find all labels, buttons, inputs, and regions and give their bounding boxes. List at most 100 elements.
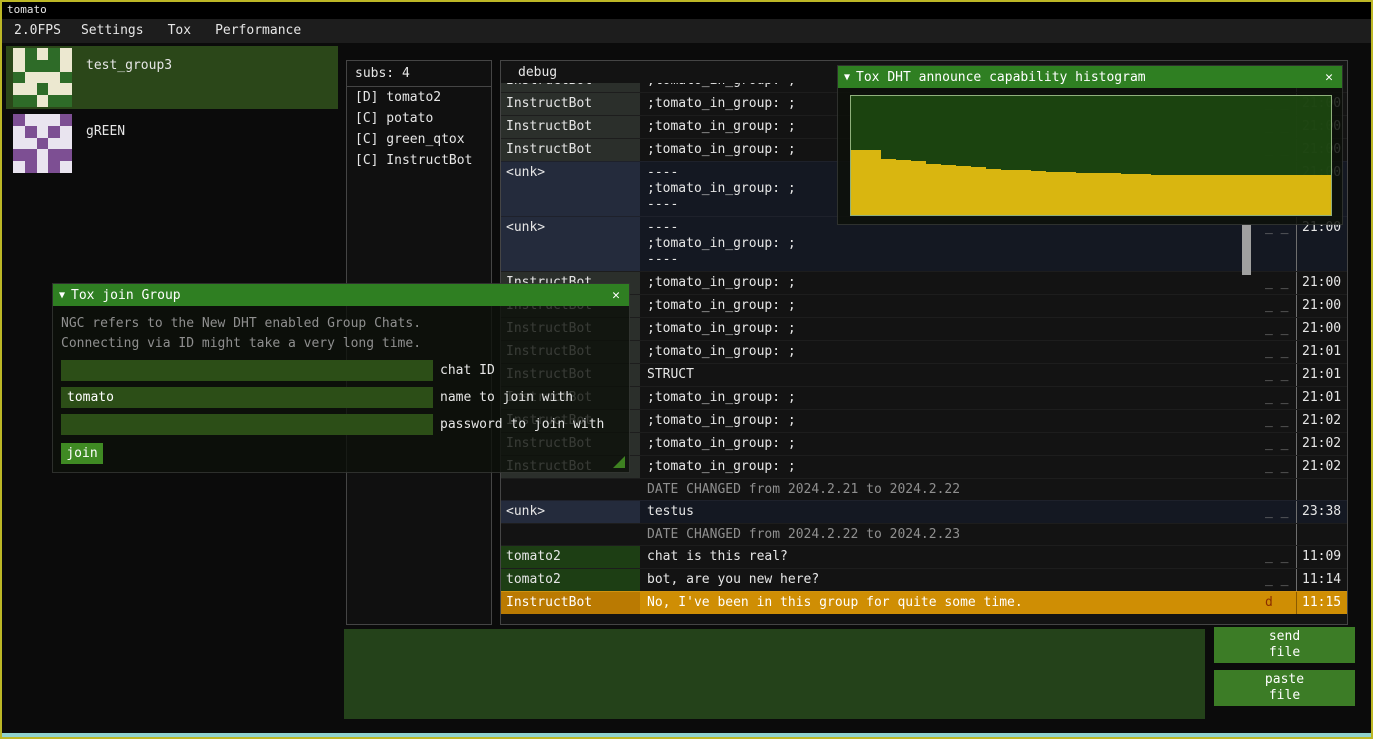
histogram-bar	[911, 161, 926, 215]
join-button[interactable]: join	[61, 443, 103, 464]
date-separator-row: DATE CHANGED from 2024.2.21 to 2024.2.22	[501, 478, 1347, 500]
message-text: ----;tomato_in_group: ;----	[640, 217, 1263, 271]
message-sender: InstructBot	[501, 116, 640, 138]
collapse-arrow-icon[interactable]: ▼	[844, 72, 850, 83]
message-flags: _ _	[1263, 546, 1296, 568]
message-time: 21:00	[1296, 217, 1347, 271]
histogram-bar	[1076, 173, 1091, 215]
subs-item-potato[interactable]: [C] potato	[347, 108, 491, 129]
app-window: tomato 2.0FPS Settings Tox Performance t…	[0, 0, 1373, 739]
histogram-window: ▼ Tox DHT announce capability histogram …	[837, 65, 1343, 225]
chat-id-input[interactable]	[61, 360, 433, 381]
message-sender: InstructBot	[501, 592, 640, 614]
message-flags: _ _	[1263, 364, 1296, 386]
histogram-bar	[1046, 172, 1061, 215]
histogram-bar	[1286, 175, 1301, 215]
message-flags: _ _	[1263, 433, 1296, 455]
message-time: 21:00	[1296, 272, 1347, 294]
histogram-window-title: Tox DHT announce capability histogram	[856, 70, 1322, 85]
message-row[interactable]: tomato2bot, are you new here?_ _11:14	[501, 568, 1347, 591]
message-text: STRUCT	[640, 364, 1263, 386]
message-text: ;tomato_in_group: ;	[640, 318, 1263, 340]
paste-file-label-line2: file	[1269, 688, 1300, 704]
histogram-bar	[1211, 175, 1226, 215]
histogram-bar	[1016, 170, 1031, 215]
histogram-bar	[1136, 174, 1151, 215]
histogram-bar	[956, 166, 971, 215]
message-sender: tomato2	[501, 546, 640, 568]
join-name-label: name to join with	[440, 390, 573, 405]
date-separator-row: DATE CHANGED from 2024.2.22 to 2024.2.23	[501, 523, 1347, 545]
menu-performance[interactable]: Performance	[203, 19, 313, 43]
subs-item-tomato2[interactable]: [D] tomato2	[347, 87, 491, 108]
group-avatar	[13, 114, 72, 173]
menu-tox[interactable]: Tox	[156, 19, 203, 43]
message-sender: <unk>	[501, 162, 640, 216]
message-flags: _ _	[1263, 341, 1296, 363]
histogram-bar	[1061, 172, 1076, 215]
histogram-bar	[1181, 175, 1196, 215]
histogram-bar	[1196, 175, 1211, 215]
message-time: 21:02	[1296, 410, 1347, 432]
message-flags	[1263, 524, 1296, 545]
join-password-input[interactable]	[61, 414, 433, 435]
subs-item-instructbot[interactable]: [C] InstructBot	[347, 150, 491, 171]
histogram-bar	[1226, 175, 1241, 215]
join-window-body: NGC refers to the New DHT enabled Group …	[53, 306, 629, 472]
message-input[interactable]	[344, 629, 1205, 719]
send-file-label-line2: file	[1269, 645, 1300, 661]
histogram-bar	[1316, 175, 1331, 215]
message-flags: _ _	[1263, 501, 1296, 523]
message-row[interactable]: <unk>testus_ _23:38	[501, 500, 1347, 523]
message-text: ;tomato_in_group: ;	[640, 410, 1263, 432]
histogram-window-titlebar[interactable]: ▼ Tox DHT announce capability histogram …	[838, 66, 1342, 88]
group-item-green[interactable]: gREEN	[6, 112, 338, 175]
join-name-input[interactable]	[61, 387, 433, 408]
message-text: testus	[640, 501, 1263, 523]
message-sender	[501, 524, 640, 545]
join-window-titlebar[interactable]: ▼ Tox join Group ✕	[53, 284, 629, 306]
message-text: ;tomato_in_group: ;	[640, 456, 1263, 478]
message-text: DATE CHANGED from 2024.2.22 to 2024.2.23	[640, 524, 1263, 545]
message-sender: <unk>	[501, 217, 640, 271]
close-icon[interactable]: ✕	[609, 288, 623, 303]
message-text: ;tomato_in_group: ;	[640, 387, 1263, 409]
paste-file-button[interactable]: paste file	[1214, 670, 1355, 706]
message-flags: _ _	[1263, 387, 1296, 409]
message-time: 21:01	[1296, 341, 1347, 363]
histogram-bar	[1166, 175, 1181, 215]
close-icon[interactable]: ✕	[1322, 70, 1336, 85]
histogram-bar	[1256, 175, 1271, 215]
message-text: DATE CHANGED from 2024.2.21 to 2024.2.22	[640, 479, 1263, 500]
message-sender: <unk>	[501, 501, 640, 523]
window-titlebar[interactable]: tomato	[2, 2, 1371, 19]
message-text: No, I've been in this group for quite so…	[640, 592, 1263, 614]
chat-scrollbar-thumb[interactable]	[1242, 225, 1251, 275]
histogram-bar	[926, 164, 941, 215]
menu-settings[interactable]: Settings	[69, 19, 156, 43]
message-time: 11:15	[1296, 592, 1347, 614]
message-row[interactable]: tomato2chat is this real?_ _11:09	[501, 545, 1347, 568]
chat-id-label: chat ID	[440, 363, 495, 378]
subs-item-green_qtox[interactable]: [C] green_qtox	[347, 129, 491, 150]
message-text: chat is this real?	[640, 546, 1263, 568]
send-file-button[interactable]: send file	[1214, 627, 1355, 663]
histogram-bar	[866, 150, 881, 215]
message-time: 21:02	[1296, 456, 1347, 478]
histogram-bar	[1031, 171, 1046, 215]
message-time: 23:38	[1296, 501, 1347, 523]
message-flags: _ _	[1263, 456, 1296, 478]
resize-grip[interactable]	[613, 456, 625, 468]
paste-file-label-line1: paste	[1265, 672, 1304, 688]
histogram-bar	[1091, 173, 1106, 215]
bottom-border-strip	[2, 733, 1371, 737]
join-info-text: NGC refers to the New DHT enabled Group …	[61, 314, 621, 334]
message-flags: d	[1263, 592, 1296, 614]
message-sender: tomato2	[501, 569, 640, 591]
join-window-title: Tox join Group	[71, 288, 609, 303]
collapse-arrow-icon[interactable]: ▼	[59, 290, 65, 301]
message-row[interactable]: InstructBotNo, I've been in this group f…	[501, 591, 1347, 614]
group-item-test_group3[interactable]: test_group3	[6, 46, 338, 109]
message-text: bot, are you new here?	[640, 569, 1263, 591]
message-text: ;tomato_in_group: ;	[640, 341, 1263, 363]
